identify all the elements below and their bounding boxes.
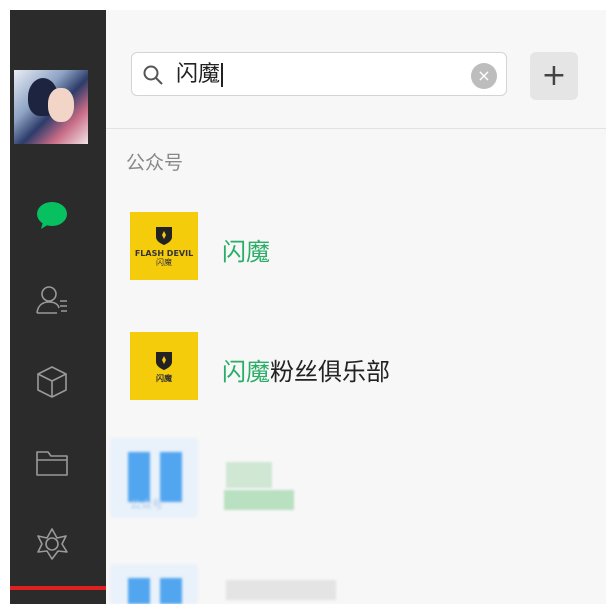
blurred-text <box>226 580 336 600</box>
search-query: 闪魔 <box>176 61 224 89</box>
shield-icon <box>156 351 172 370</box>
add-button[interactable]: + <box>530 52 578 100</box>
search-icon <box>143 65 163 85</box>
folder-icon[interactable] <box>34 444 70 480</box>
moments-icon[interactable] <box>34 526 70 562</box>
divider <box>106 128 606 129</box>
account-name: 闪魔 <box>222 238 270 266</box>
avatar[interactable] <box>14 70 88 144</box>
active-indicator <box>10 586 106 590</box>
blurred-item <box>110 564 198 604</box>
main-panel: 闪魔 × + 公众号 FLASH DEVIL 闪魔 闪魔 闪魔 闪魔粉丝俱乐部 … <box>106 10 606 604</box>
list-item[interactable]: 闪魔 闪魔粉丝俱乐部 <box>130 332 590 402</box>
search-input[interactable]: 闪魔 × <box>131 52 507 96</box>
close-icon: × <box>477 66 491 85</box>
clear-button[interactable]: × <box>471 63 497 89</box>
cube-icon[interactable] <box>34 364 70 400</box>
shield-icon <box>156 227 172 245</box>
account-logo: FLASH DEVIL 闪魔 <box>130 212 198 280</box>
plus-icon: + <box>541 58 567 93</box>
blurred-text <box>226 462 272 488</box>
sidebar <box>10 10 106 604</box>
account-logo: 闪魔 <box>130 332 198 400</box>
contacts-icon[interactable] <box>34 282 70 318</box>
logo-text: 闪魔 <box>156 373 172 383</box>
chat-bubble-icon[interactable] <box>34 198 70 234</box>
logo-text: FLASH DEVIL <box>134 249 194 258</box>
list-item[interactable]: FLASH DEVIL 闪魔 闪魔 <box>130 212 590 282</box>
blurred-item: 公众号 <box>110 438 198 518</box>
blurred-text <box>224 490 294 510</box>
logo-subtext: 闪魔 <box>156 258 172 267</box>
section-label: 公众号 <box>126 152 184 174</box>
account-name: 闪魔粉丝俱乐部 <box>222 358 390 386</box>
